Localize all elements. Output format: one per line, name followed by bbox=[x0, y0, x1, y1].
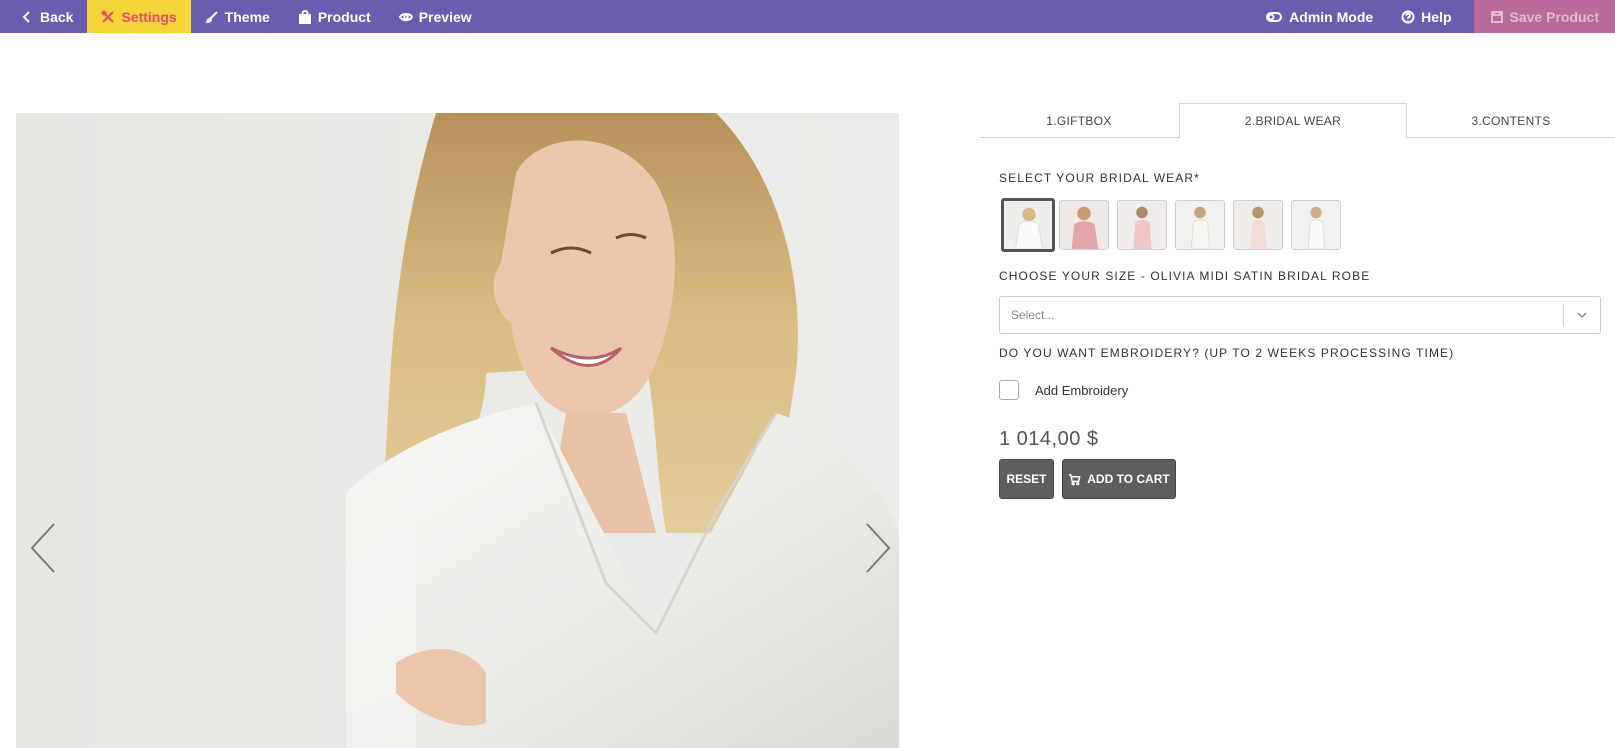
theme-label: Theme bbox=[224, 8, 270, 25]
eye-icon bbox=[398, 12, 413, 21]
back-label: Back bbox=[40, 8, 74, 25]
bridal-wear-option[interactable] bbox=[1001, 198, 1055, 252]
save-product-label: Save Product bbox=[1509, 8, 1599, 25]
toolbar-right: Admin Mode Help Save Product bbox=[1251, 0, 1615, 33]
toggle-icon bbox=[1266, 11, 1283, 22]
size-select[interactable]: Select... bbox=[999, 296, 1601, 334]
tab-contents[interactable]: 3.CONTENTS bbox=[1407, 103, 1615, 138]
chevron-down-icon bbox=[1564, 308, 1600, 322]
robe-thumbnail bbox=[1118, 201, 1166, 249]
admin-mode-label: Admin Mode bbox=[1289, 8, 1374, 25]
theme-button[interactable]: Theme bbox=[191, 0, 284, 33]
robe-thumbnail bbox=[1004, 201, 1052, 249]
bridal-wear-option[interactable] bbox=[1059, 200, 1109, 250]
preview-button[interactable]: Preview bbox=[385, 0, 486, 33]
bridal-wear-label: SELECT YOUR BRIDAL WEAR* bbox=[999, 171, 1200, 185]
bridal-wear-option[interactable] bbox=[1233, 200, 1283, 250]
top-toolbar: Back Settings Theme Product Preview Admi… bbox=[0, 0, 1615, 33]
embroidery-label: DO YOU WANT EMBROIDERY? (UP TO 2 WEEKS P… bbox=[999, 346, 1455, 360]
size-label: CHOOSE YOUR SIZE - OLIVIA MIDI SATIN BRI… bbox=[999, 269, 1371, 283]
save-product-button[interactable]: Save Product bbox=[1473, 0, 1615, 33]
bridal-wear-option[interactable] bbox=[1175, 200, 1225, 250]
gallery-next-button[interactable] bbox=[859, 518, 895, 578]
tools-icon bbox=[101, 10, 115, 23]
bridal-wear-swatches bbox=[1001, 198, 1341, 252]
bridal-wear-option[interactable] bbox=[1291, 200, 1341, 250]
help-button[interactable]: Help bbox=[1387, 0, 1465, 33]
robe-thumbnail bbox=[1234, 201, 1282, 249]
reset-label: RESET bbox=[1006, 472, 1047, 486]
robe-thumbnail bbox=[1292, 201, 1340, 249]
settings-button[interactable]: Settings bbox=[87, 0, 191, 33]
help-icon bbox=[1401, 10, 1415, 23]
add-embroidery-checkbox[interactable] bbox=[999, 380, 1019, 400]
price: 1 014,00 $ bbox=[999, 428, 1099, 450]
help-label: Help bbox=[1421, 8, 1452, 25]
reset-button[interactable]: RESET bbox=[999, 459, 1054, 499]
tab-bridal-wear[interactable]: 2.BRIDAL WEAR bbox=[1179, 103, 1407, 139]
admin-mode-toggle[interactable]: Admin Mode bbox=[1251, 0, 1387, 33]
embroidery-option: Add Embroidery bbox=[999, 380, 1128, 400]
preview-label: Preview bbox=[418, 8, 472, 25]
cart-icon bbox=[1069, 473, 1081, 485]
product-label: Product bbox=[317, 8, 371, 25]
add-embroidery-label: Add Embroidery bbox=[1035, 382, 1129, 398]
chevron-left-icon bbox=[22, 10, 30, 23]
product-photo bbox=[16, 113, 899, 748]
chevron-left-icon bbox=[30, 523, 55, 573]
size-select-placeholder: Select... bbox=[1011, 308, 1055, 322]
robe-thumbnail bbox=[1060, 201, 1108, 249]
tab-giftbox[interactable]: 1.GIFTBOX bbox=[979, 103, 1179, 138]
save-icon bbox=[1490, 10, 1503, 23]
bridal-wear-option[interactable] bbox=[1117, 200, 1167, 250]
brush-icon bbox=[205, 10, 218, 23]
chevron-right-icon bbox=[866, 523, 891, 573]
toolbar-left: Back Settings Theme Product Preview bbox=[6, 0, 486, 33]
add-to-cart-label: ADD TO CART bbox=[1087, 472, 1170, 486]
robe-thumbnail bbox=[1176, 201, 1224, 249]
step-tabs: 1.GIFTBOX 2.BRIDAL WEAR 3.CONTENTS bbox=[979, 103, 1615, 139]
product-image-gallery bbox=[16, 113, 899, 748]
settings-label: Settings bbox=[121, 8, 177, 25]
product-button[interactable]: Product bbox=[284, 0, 385, 33]
add-to-cart-button[interactable]: ADD TO CART bbox=[1062, 459, 1176, 499]
back-button[interactable]: Back bbox=[6, 0, 87, 33]
shopping-bag-icon bbox=[298, 9, 311, 24]
gallery-prev-button[interactable] bbox=[26, 518, 62, 578]
